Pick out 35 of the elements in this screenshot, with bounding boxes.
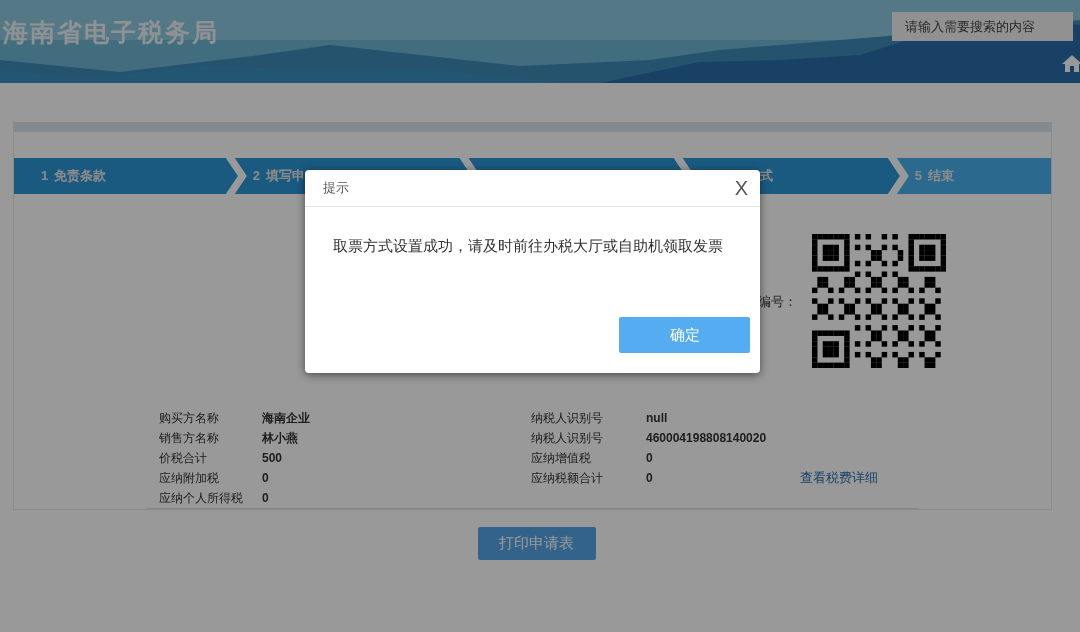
field-value: 0 [262, 470, 269, 487]
field-label: 纳税人识别号 [531, 430, 604, 447]
dialog-message: 取票方式设置成功，请及时前往办税大厅或自助机领取发票 [333, 236, 724, 256]
field-label: 应纳增值税 [531, 450, 592, 467]
step-label: 结束 [928, 167, 955, 186]
field-label: 纳税人识别号 [531, 410, 604, 427]
field-value: 500 [262, 450, 283, 467]
step-label: 免责条款 [54, 167, 107, 186]
search-field[interactable]: 请输入需要搜索的内容 [892, 12, 1073, 41]
home-icon[interactable] [1062, 54, 1080, 72]
dialog-title: 提示 [323, 179, 349, 198]
step-number: 2 [252, 167, 261, 186]
field-value: 0 [646, 450, 654, 467]
confirm-button[interactable]: 确定 [619, 317, 750, 353]
field-label: 应纳个人所得税 [159, 490, 244, 507]
field-value: 460004198808140020 [646, 430, 768, 447]
field-label: 价税合计 [159, 450, 208, 467]
step-number: 5 [914, 167, 923, 186]
step-label: 填写申 [266, 167, 306, 186]
qr-code-icon [812, 233, 946, 368]
step-number: 1 [41, 167, 49, 186]
field-value: 林小燕 [262, 430, 298, 447]
field-label: 应纳税额合计 [531, 470, 604, 487]
field-label: 销售方名称 [159, 430, 220, 447]
field-value: 海南企业 [262, 410, 310, 427]
field-value: 0 [262, 490, 269, 507]
field-label: 购买方名称 [159, 410, 220, 427]
field-value: 0 [646, 470, 654, 487]
site-title: 海南省电子税务局 [3, 17, 219, 48]
print-application-button[interactable]: 打印申请表 [477, 527, 596, 560]
tax-detail-link[interactable]: 查看税费详细 [800, 468, 878, 488]
step-label: 式 [759, 167, 773, 186]
close-button[interactable]: X [734, 178, 748, 198]
field-label: 应纳附加税 [159, 470, 220, 487]
field-value: null [646, 410, 669, 427]
